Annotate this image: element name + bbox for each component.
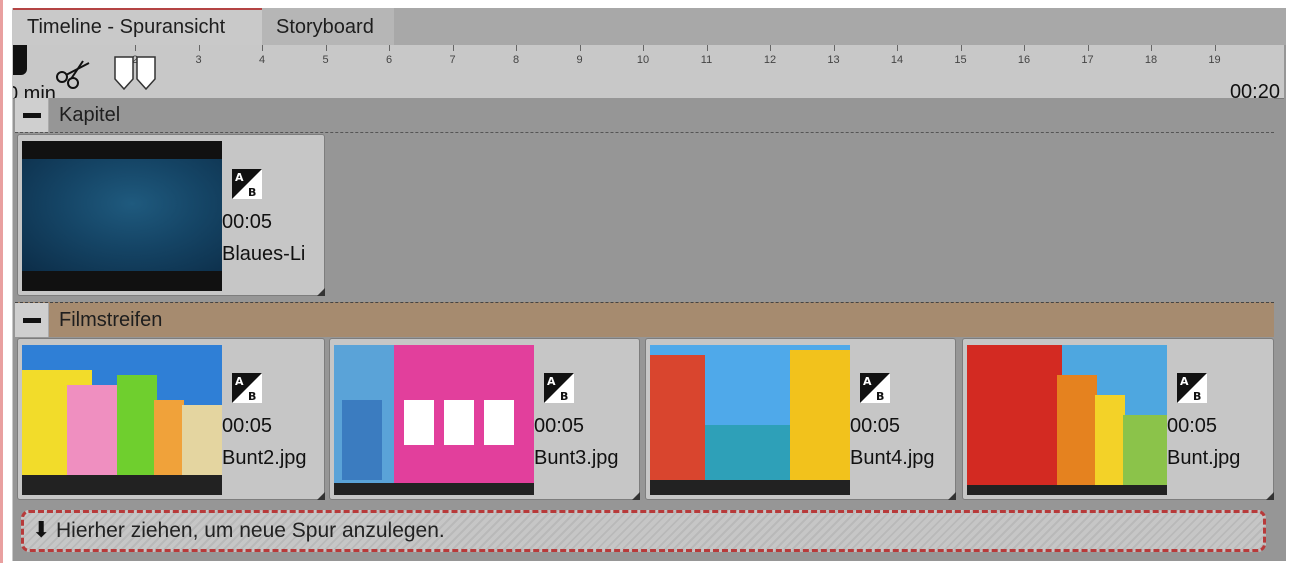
new-track-dropzone[interactable]: ⬇ Hierher ziehen, um neue Spur anzulegen…: [21, 510, 1266, 552]
arrow-down-icon: ⬇: [32, 517, 51, 542]
ruler-end-label: 00:20: [1229, 81, 1280, 99]
transition-ab-icon[interactable]: A B: [232, 169, 262, 199]
ruler-tick-mark: [389, 45, 390, 51]
clip-bunt2[interactable]: A B 00:05 Bunt2.jpg: [17, 338, 325, 500]
ruler-tick-label: 4: [258, 54, 266, 66]
clip-duration: 00:05: [534, 415, 585, 437]
transition-ab-icon[interactable]: A B: [1177, 373, 1207, 403]
ruler-tick-label: 16: [1017, 54, 1031, 66]
collapse-icon[interactable]: [15, 98, 49, 132]
clip-bunt3[interactable]: A B 00:05 Bunt3.jpg: [329, 338, 640, 500]
transition-ab-icon[interactable]: A B: [544, 373, 574, 403]
ruler-tick-label: 12: [763, 54, 777, 66]
ruler-tick-mark: [135, 45, 136, 51]
ruler-tick-mark: [452, 45, 454, 51]
ruler-tick-label: 15: [954, 54, 967, 66]
clip-duration: 00:05: [1167, 415, 1218, 437]
clip-blaues-licht[interactable]: A B 00:05 Blaues-Li: [17, 134, 325, 296]
ruler-tick-label: 9: [576, 54, 583, 66]
scissors-icon[interactable]: [53, 59, 93, 89]
svg-text:B: B: [248, 186, 256, 199]
tab-bar: Timeline - Spuransicht Storyboard: [13, 8, 1286, 45]
ruler-tick-mark: [1087, 45, 1089, 51]
clip-filename: Blaues-Li: [222, 243, 306, 265]
ruler-tick-label: 5: [322, 54, 329, 66]
ruler-tick-mark: [643, 45, 644, 51]
tab-timeline-spuransicht[interactable]: Timeline - Spuransicht: [13, 8, 262, 45]
ruler-tick-label: 14: [890, 54, 904, 66]
chapter-marker-icon[interactable]: [113, 55, 159, 93]
clip-resize-handle[interactable]: [317, 288, 325, 296]
ruler-tick-mark: [516, 45, 517, 51]
ruler-tick-label: 18: [1144, 54, 1158, 66]
clip-bunt[interactable]: A B 00:05 Bunt.jpg: [962, 338, 1274, 500]
svg-text:B: B: [560, 390, 568, 403]
transition-ab-icon[interactable]: A B: [232, 373, 262, 403]
clip-resize-handle[interactable]: [1266, 492, 1274, 500]
track-header-kapitel[interactable]: Kapitel: [15, 98, 1274, 133]
track-name-kapitel: Kapitel: [59, 104, 121, 126]
ruler-tick-mark: [1214, 45, 1216, 51]
clip-filename: Bunt2.jpg: [222, 447, 307, 469]
clip-thumbnail: [650, 345, 850, 495]
window-left-border: [0, 0, 3, 563]
ruler-tick-mark: [960, 45, 962, 51]
tab-storyboard[interactable]: Storyboard: [262, 8, 394, 45]
ruler-tick-mark: [897, 45, 898, 51]
clip-filename: Bunt.jpg: [1167, 447, 1241, 469]
dropzone-label: Hierher ziehen, um neue Spur anzulegen.: [56, 519, 445, 542]
timeline-panel: Timeline - Spuransicht Storyboard 234567…: [12, 8, 1286, 561]
clip-thumbnail: [334, 345, 534, 495]
ruler-tick-label: 17: [1081, 54, 1094, 66]
track-name-filmstreifen: Filmstreifen: [59, 309, 163, 331]
ruler-tick-label: 13: [827, 54, 840, 66]
ruler-tick-label: 7: [449, 54, 456, 66]
time-ruler[interactable]: 2345678910111213141516171819 0 min 00:20: [13, 45, 1284, 99]
collapse-icon[interactable]: [15, 303, 49, 337]
clip-resize-handle[interactable]: [632, 492, 640, 500]
ruler-tick-label: 10: [636, 54, 650, 66]
ruler-tick-mark: [1151, 45, 1152, 51]
clip-duration: 00:05: [222, 415, 273, 437]
clip-thumbnail: [967, 345, 1167, 495]
clip-duration: 00:05: [222, 211, 273, 233]
ruler-tick-mark: [262, 45, 263, 51]
ruler-start-label: 0 min: [13, 83, 56, 99]
svg-text:B: B: [1193, 390, 1201, 403]
svg-text:A: A: [235, 171, 244, 184]
ruler-tick-label: 6: [385, 54, 393, 66]
ruler-tick-label: 3: [195, 54, 202, 66]
clip-bunt4[interactable]: A B 00:05 Bunt4.jpg: [645, 338, 956, 500]
ruler-tick-mark: [579, 45, 581, 51]
ruler-tick-mark: [198, 45, 200, 51]
clip-resize-handle[interactable]: [948, 492, 956, 500]
playhead-handle[interactable]: [13, 45, 27, 75]
clip-thumbnail: [22, 345, 222, 495]
ruler-tick-mark: [706, 45, 708, 51]
track-header-filmstreifen[interactable]: Filmstreifen: [15, 302, 1274, 337]
ruler-tick-mark: [770, 45, 771, 51]
clip-filename: Bunt4.jpg: [850, 447, 935, 469]
svg-text:A: A: [1180, 375, 1189, 388]
ruler-tick-label: 19: [1208, 54, 1221, 66]
svg-text:A: A: [235, 375, 244, 388]
ruler-tick-mark: [325, 45, 327, 51]
clip-filename: Bunt3.jpg: [534, 447, 619, 469]
clip-duration: 00:05: [850, 415, 901, 437]
svg-text:A: A: [547, 375, 556, 388]
ruler-tick-mark: [833, 45, 835, 51]
clip-resize-handle[interactable]: [317, 492, 325, 500]
ruler-tick-label: 11: [700, 54, 713, 66]
clip-thumbnail: [22, 141, 222, 291]
svg-text:B: B: [248, 390, 256, 403]
transition-ab-icon[interactable]: A B: [860, 373, 890, 403]
ruler-tick-mark: [1024, 45, 1025, 51]
svg-text:B: B: [876, 390, 884, 403]
svg-text:A: A: [863, 375, 872, 388]
ruler-tick-label: 8: [512, 54, 520, 66]
